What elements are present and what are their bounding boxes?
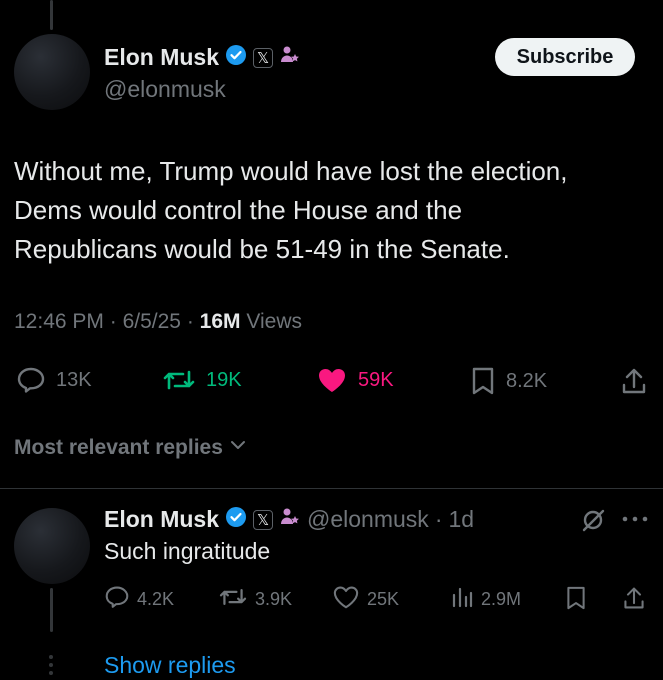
affiliate-icon[interactable] [279,44,301,71]
divider [0,488,663,489]
share-button[interactable] [620,366,648,396]
reply-repost-button[interactable]: 3.9K [218,585,292,614]
reply-age[interactable]: 1d [448,506,474,533]
reply-like-button[interactable]: 25K [332,585,399,614]
repost-icon [162,366,196,394]
views-label: Views [246,310,302,333]
repost-button[interactable]: 19K [162,366,242,394]
like-count: 59K [358,368,394,391]
like-icon [332,585,360,614]
thread-line-reply [50,588,53,632]
more-icon[interactable] [620,512,650,531]
reply-share-button[interactable] [622,585,646,616]
reply-bookmark-button[interactable] [565,585,587,616]
meta-separator: · [434,506,443,532]
thread-line-top [50,0,53,30]
like-icon [316,366,348,394]
reply-sort-label: Most relevant replies [14,436,223,459]
share-icon [620,366,648,396]
subscribe-button[interactable]: Subscribe [495,38,635,76]
author-row: Elon Musk 𝕏 [104,44,301,71]
avatar[interactable] [14,34,90,110]
bookmark-button[interactable]: 8.2K [470,366,547,396]
reply-button[interactable]: 13K [16,366,92,394]
reply-reply-button[interactable]: 4.2K [104,585,174,614]
reply-text: Such ingratitude [104,538,271,564]
share-icon [622,585,646,616]
repost-count: 19K [206,368,242,391]
bookmark-count: 8.2K [506,369,548,392]
thread-dots [49,655,54,677]
meta-separator: · [109,310,117,333]
show-replies-link[interactable]: Show replies [104,652,236,679]
chevron-down-icon [229,436,247,460]
views-count: 16M [199,310,241,333]
like-button[interactable]: 59K [316,366,394,394]
reply-author-name[interactable]: Elon Musk [104,506,219,533]
reply-icon [104,585,130,614]
affiliate-icon[interactable] [279,506,301,533]
bookmark-icon [565,585,587,616]
post-text-line: Republicans would be 51-49 in the Senate… [14,234,510,264]
reply-author-row: Elon Musk 𝕏 @elonmusk · 1d [104,506,474,533]
grok-icon[interactable] [580,507,606,538]
post-text-line: Without me, Trump would have lost the el… [14,156,568,186]
post-text-line: Dems would control the House and the [14,195,463,225]
reply-views-button[interactable]: 2.9M [450,585,521,614]
reply-like-count: 25K [367,589,400,609]
post-text: Without me, Trump would have lost the el… [14,152,654,269]
bookmark-icon [470,366,496,396]
meta-separator: · [186,310,194,333]
views-icon [450,585,474,614]
post-date[interactable]: 6/5/25 [123,310,181,333]
reply-sort-dropdown[interactable]: Most relevant replies [14,436,247,460]
repost-icon [218,585,248,614]
reply-repost-count: 3.9K [255,589,293,609]
reply-reply-count: 4.2K [137,589,175,609]
verified-badge-icon[interactable] [225,506,247,533]
post-meta: 12:46 PM · 6/5/25 · 16M Views [14,310,302,334]
reply-icon [16,366,46,394]
author-name[interactable]: Elon Musk [104,44,219,71]
post-time[interactable]: 12:46 PM [14,310,104,333]
x-badge-icon[interactable]: 𝕏 [253,47,274,68]
x-badge-icon[interactable]: 𝕏 [253,509,274,530]
verified-badge-icon[interactable] [225,44,247,71]
author-handle[interactable]: @elonmusk [104,76,226,103]
reply-author-handle[interactable]: @elonmusk [307,506,429,533]
reply-count: 13K [56,368,92,391]
reply-avatar[interactable] [14,508,90,584]
reply-views-count: 2.9M [481,589,522,609]
